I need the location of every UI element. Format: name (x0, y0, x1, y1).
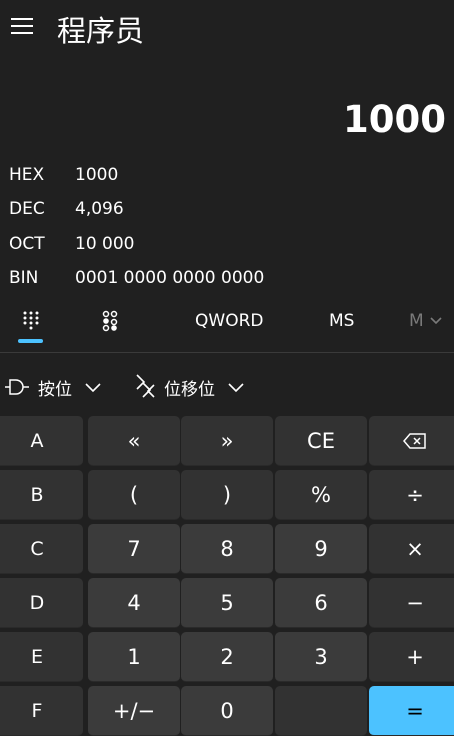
digit-0-button[interactable]: 0 (181, 686, 273, 736)
radix-row-hex[interactable]: HEX 1000 (0, 161, 454, 191)
divide-button[interactable]: ÷ (369, 470, 454, 520)
bitwise-dropdown[interactable]: 按位 (4, 370, 102, 404)
active-tab-indicator (18, 339, 43, 343)
bit-toggle-icon (102, 310, 118, 332)
digit-4-button[interactable]: 4 (88, 578, 180, 628)
radix-value: 10 000 (75, 234, 135, 254)
radix-row-dec[interactable]: DEC 4,096 (0, 195, 454, 225)
backspace-button[interactable] (369, 416, 454, 466)
radix-value: 0001 0000 0000 0000 (75, 268, 265, 288)
hex-c-button[interactable]: C (0, 524, 83, 574)
tab-full-keypad[interactable] (13, 307, 49, 343)
radix-label: OCT (9, 234, 45, 254)
backspace-icon (403, 432, 426, 449)
result-display: 1000 (343, 98, 446, 141)
multiply-button[interactable]: × (369, 524, 454, 574)
decimal-button[interactable] (275, 686, 367, 736)
radix-row-oct[interactable]: OCT 10 000 (0, 230, 454, 260)
radix-label: DEC (9, 199, 45, 219)
bitwise-label: 按位 (38, 379, 72, 400)
radix-value: 1000 (75, 165, 119, 185)
memory-recall-button[interactable]: M (409, 311, 442, 331)
radix-label: HEX (9, 165, 45, 185)
bitshift-icon (136, 374, 155, 398)
digit-1-button[interactable]: 1 (88, 632, 180, 682)
clear-entry-button[interactable]: CE (275, 416, 367, 466)
divider (0, 352, 454, 353)
radix-row-bin[interactable]: BIN 0001 0000 0000 0000 (0, 264, 454, 294)
menu-icon[interactable] (8, 12, 36, 40)
memory-recall-label: M (409, 311, 424, 331)
equals-button[interactable]: = (369, 686, 454, 736)
digit-8-button[interactable]: 8 (181, 524, 273, 574)
modulo-button[interactable]: % (275, 470, 367, 520)
rotate-right-button[interactable]: » (181, 416, 273, 466)
digit-6-button[interactable]: 6 (275, 578, 367, 628)
radix-label: BIN (9, 268, 39, 288)
bitshift-label: 位移位 (164, 379, 215, 400)
hex-f-button[interactable]: F (0, 686, 83, 736)
keypad-icon (23, 311, 39, 330)
radix-value: 4,096 (75, 199, 124, 219)
logic-gate-icon (5, 379, 29, 395)
negate-button[interactable]: +/− (88, 686, 180, 736)
digit-7-button[interactable]: 7 (88, 524, 180, 574)
digit-9-button[interactable]: 9 (275, 524, 367, 574)
rotate-left-button[interactable]: « (88, 416, 180, 466)
memory-store-button[interactable]: MS (329, 311, 354, 331)
close-paren-button[interactable]: ) (181, 470, 273, 520)
subtract-button[interactable]: − (369, 578, 454, 628)
digit-2-button[interactable]: 2 (181, 632, 273, 682)
hex-d-button[interactable]: D (0, 578, 83, 628)
hex-a-button[interactable]: A (0, 416, 83, 466)
chevron-down-icon (430, 317, 442, 325)
hex-b-button[interactable]: B (0, 470, 83, 520)
hex-e-button[interactable]: E (0, 632, 83, 682)
digit-3-button[interactable]: 3 (275, 632, 367, 682)
page-title: 程序员 (57, 14, 145, 48)
bitshift-dropdown[interactable]: 位移位 (134, 370, 245, 404)
add-button[interactable]: + (369, 632, 454, 682)
digit-5-button[interactable]: 5 (181, 578, 273, 628)
open-paren-button[interactable]: ( (88, 470, 180, 520)
chevron-down-icon (228, 383, 244, 393)
chevron-down-icon (85, 383, 101, 393)
tab-bit-toggling[interactable] (92, 307, 128, 343)
word-size-toggle[interactable]: QWORD (195, 311, 263, 331)
